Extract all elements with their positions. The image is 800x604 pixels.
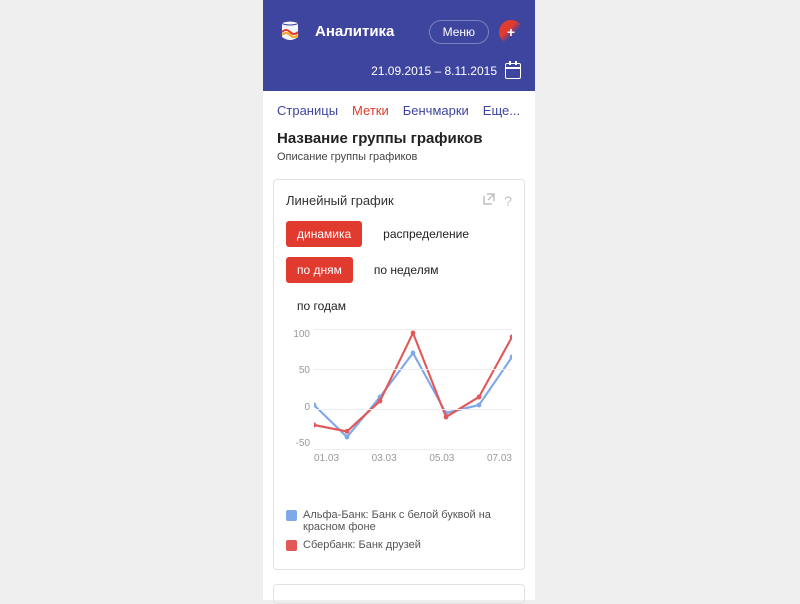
legend-item: Альфа-Банк: Банк с белой буквой на красн… [286,509,512,533]
seg-period-1[interactable]: по неделям [363,257,450,283]
external-link-icon[interactable] [482,192,496,209]
seg-type-0[interactable]: динамика [286,221,362,247]
tab-3[interactable]: Еще... [483,103,520,118]
app-title: Аналитика [315,23,419,40]
help-icon[interactable]: ? [504,193,512,209]
tab-1[interactable]: Метки [352,103,389,118]
tab-2[interactable]: Бенчмарки [403,103,469,118]
chart-group-subtitle: Описание группы графиков [277,151,521,163]
chart-card: Линейный график ? динамикараспределение … [273,179,525,570]
card-title: Линейный график [286,193,474,208]
tab-0[interactable]: Страницы [277,103,338,118]
app-logo-icon [275,17,305,47]
next-card-placeholder [273,584,525,604]
tabs: Страницы Метки Бенчмарки Еще... [263,91,535,128]
legend-item: Сбербанк: Банк друзей [286,539,512,551]
seg-period-0[interactable]: по дням [286,257,353,283]
line-chart: 100500-50 01.0303.0305.0307.03 [314,329,512,479]
language-switch-button[interactable]: + [499,20,523,44]
date-range-label: 21.09.2015 – 8.11.2015 [371,64,497,78]
seg-period-2[interactable]: по годам [286,293,357,319]
seg-type-1[interactable]: распределение [372,221,480,247]
chart-group-title: Название группы графиков [277,130,521,147]
calendar-icon[interactable] [505,63,521,79]
menu-button[interactable]: Меню [429,20,489,44]
